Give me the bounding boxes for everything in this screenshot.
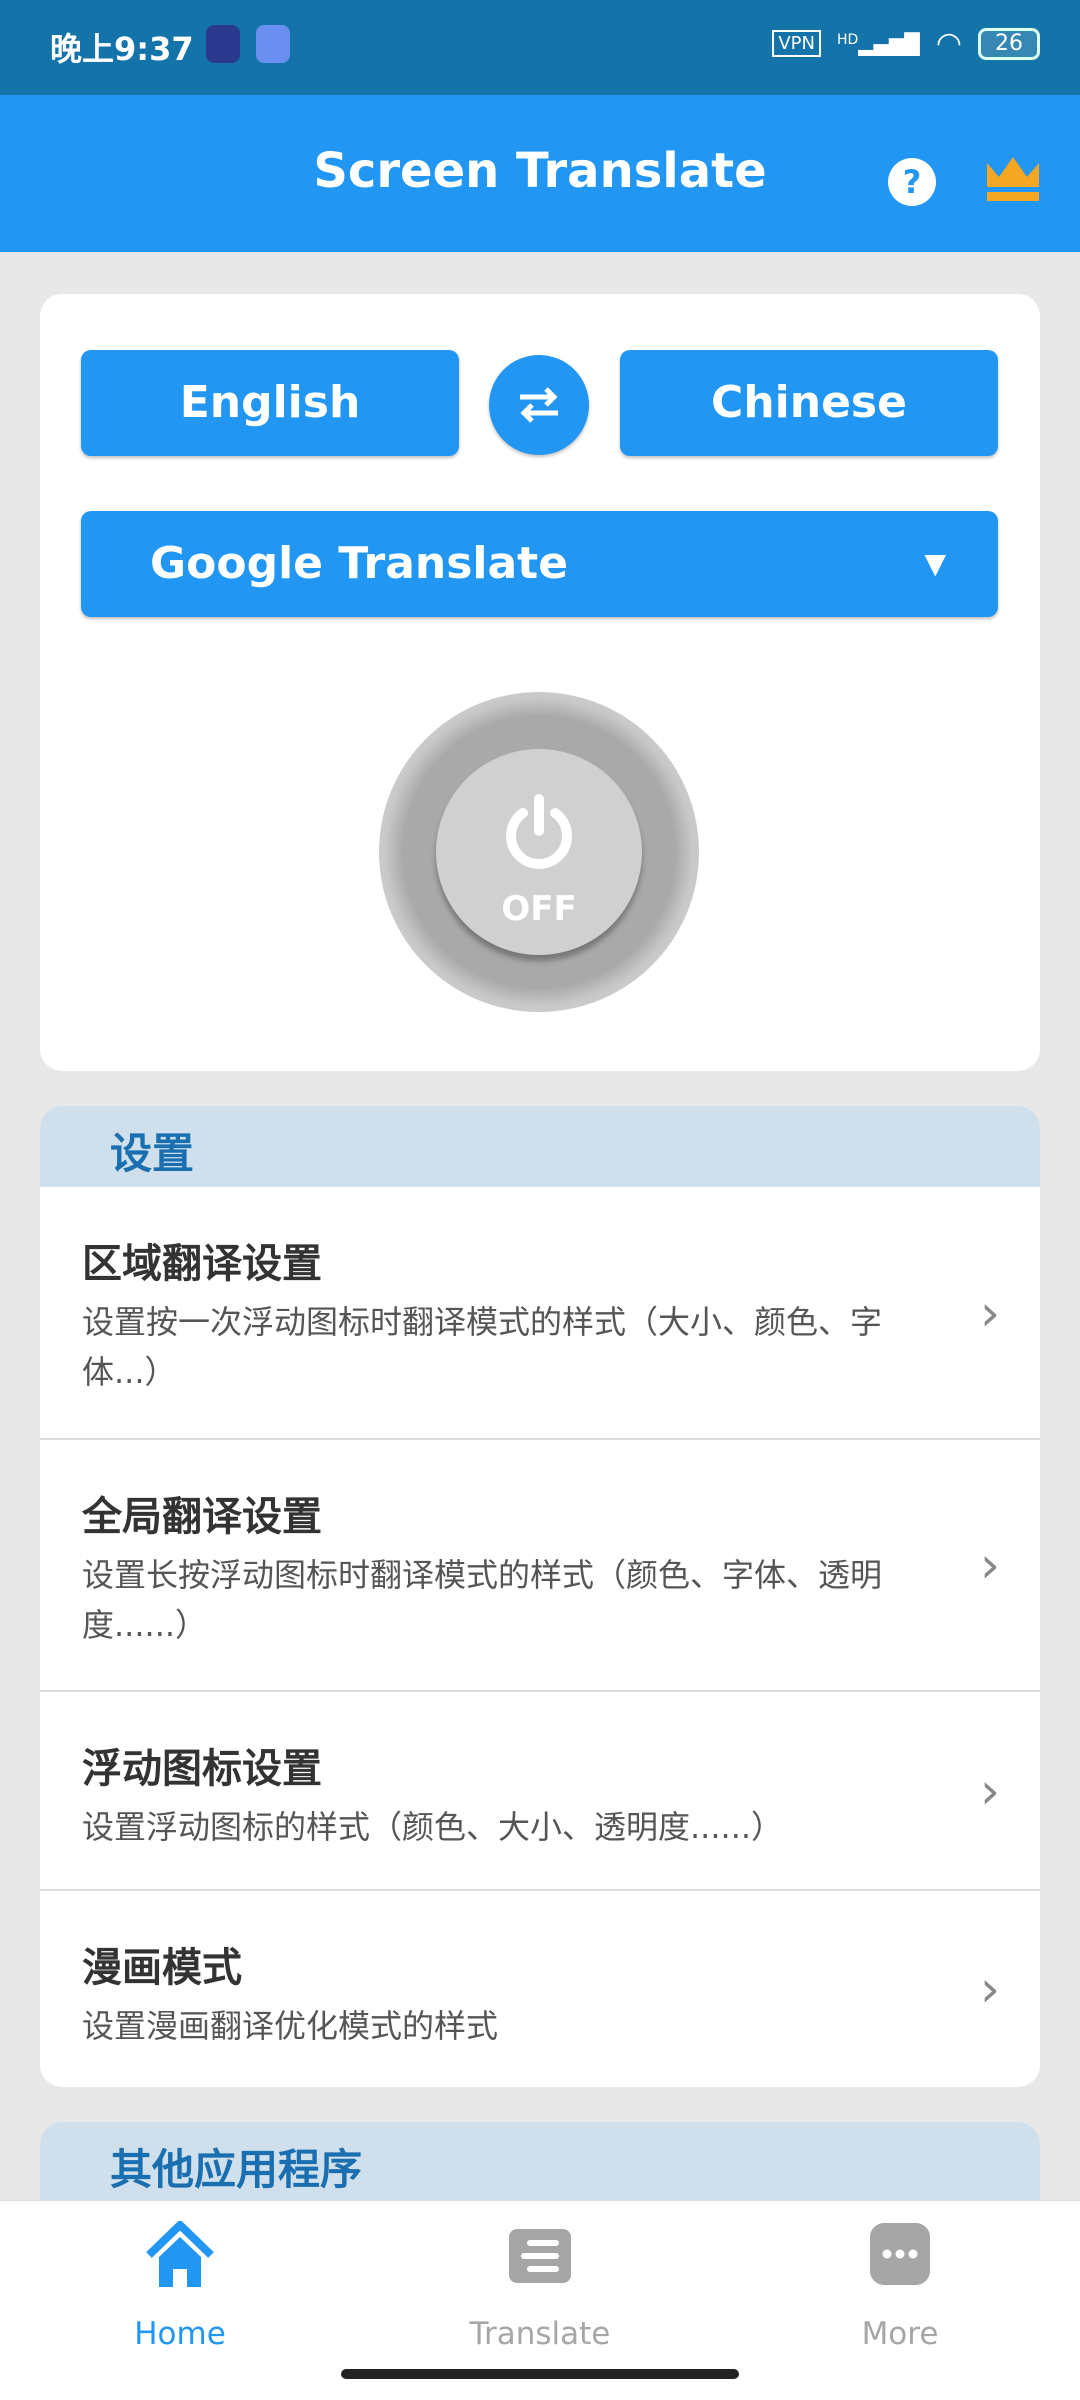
status-bar: 晚上9:37 VPN HD▂▄▆█ ◠ 26 [0,0,1080,95]
chevron-right-icon: › [980,1761,1000,1820]
item-title: 全局翻译设置 [82,1494,322,1540]
nav-label: Translate [469,2316,611,2352]
wifi-icon: ◠ [935,26,962,61]
home-indicator[interactable] [341,2369,739,2379]
nav-label: More [861,2316,939,2352]
swap-languages-button[interactable] [489,355,589,455]
chevron-right-icon: › [980,1283,1000,1342]
vpn-icon: VPN [772,30,821,57]
dropdown-arrow-icon: ▼ [924,547,946,580]
network-type: HD [836,31,859,48]
item-subtitle: 设置漫画翻译优化模式的样式 [82,2007,499,2045]
settings-card: 设置 区域翻译设置 设置按一次浮动图标时翻译模式的样式（大小、颜色、字体...）… [40,1106,1040,2087]
item-subtitle: 设置浮动图标的样式（颜色、大小、透明度......） [82,1808,784,1846]
source-language-button[interactable]: English [81,350,459,456]
power-icon [506,794,572,869]
chevron-right-icon: › [980,1960,1000,2018]
nav-home[interactable]: Home [0,2201,360,2352]
settings-item-region-translate[interactable]: 区域翻译设置 设置按一次浮动图标时翻译模式的样式（大小、颜色、字体...） › [40,1187,1040,1440]
target-language-button[interactable]: Chinese [620,350,998,456]
nav-translate[interactable]: Translate [360,2201,720,2352]
swap-icon [520,387,558,423]
other-apps-header: 其他应用程序 [40,2122,1040,2203]
settings-header: 设置 [40,1106,1040,1187]
nav-label: Home [134,2316,226,2352]
signal-icon: HD▂▄▆█ [836,31,920,56]
item-subtitle: 设置按一次浮动图标时翻译模式的样式（大小、颜色、字体...） [82,1303,883,1391]
settings-item-manga-mode[interactable]: 漫画模式 设置漫画翻译优化模式的样式 › [40,1891,1040,2087]
battery-icon: 26 [978,27,1040,60]
item-title: 浮动图标设置 [82,1746,322,1792]
engine-label: Google Translate [150,538,569,589]
status-time: 晚上9:37 [50,30,194,68]
app-notification-icon [206,25,240,63]
item-subtitle: 设置长按浮动图标时翻译模式的样式（颜色、字体、透明度......） [82,1556,883,1644]
item-title: 区域翻译设置 [82,1241,322,1287]
more-icon [870,2223,930,2285]
app-notification-icon [256,25,290,63]
home-icon [146,2219,214,2287]
nav-more[interactable]: More [720,2201,1080,2352]
settings-item-global-translate[interactable]: 全局翻译设置 设置长按浮动图标时翻译模式的样式（颜色、字体、透明度......）… [40,1440,1040,1692]
engine-dropdown[interactable]: Google Translate ▼ [81,511,998,617]
app-bar: Screen Translate ? [0,95,1080,252]
crown-icon[interactable] [985,155,1041,203]
translator-card: English Chinese Google Translate ▼ OFF [40,294,1040,1071]
item-title: 漫画模式 [82,1945,242,1991]
list-icon [509,2229,571,2283]
chevron-right-icon: › [980,1536,1000,1594]
help-icon[interactable]: ? [888,158,936,206]
power-state-label: OFF [501,889,577,929]
power-toggle-button[interactable]: OFF [436,749,642,955]
settings-item-floating-icon[interactable]: 浮动图标设置 设置浮动图标的样式（颜色、大小、透明度......） › [40,1692,1040,1891]
